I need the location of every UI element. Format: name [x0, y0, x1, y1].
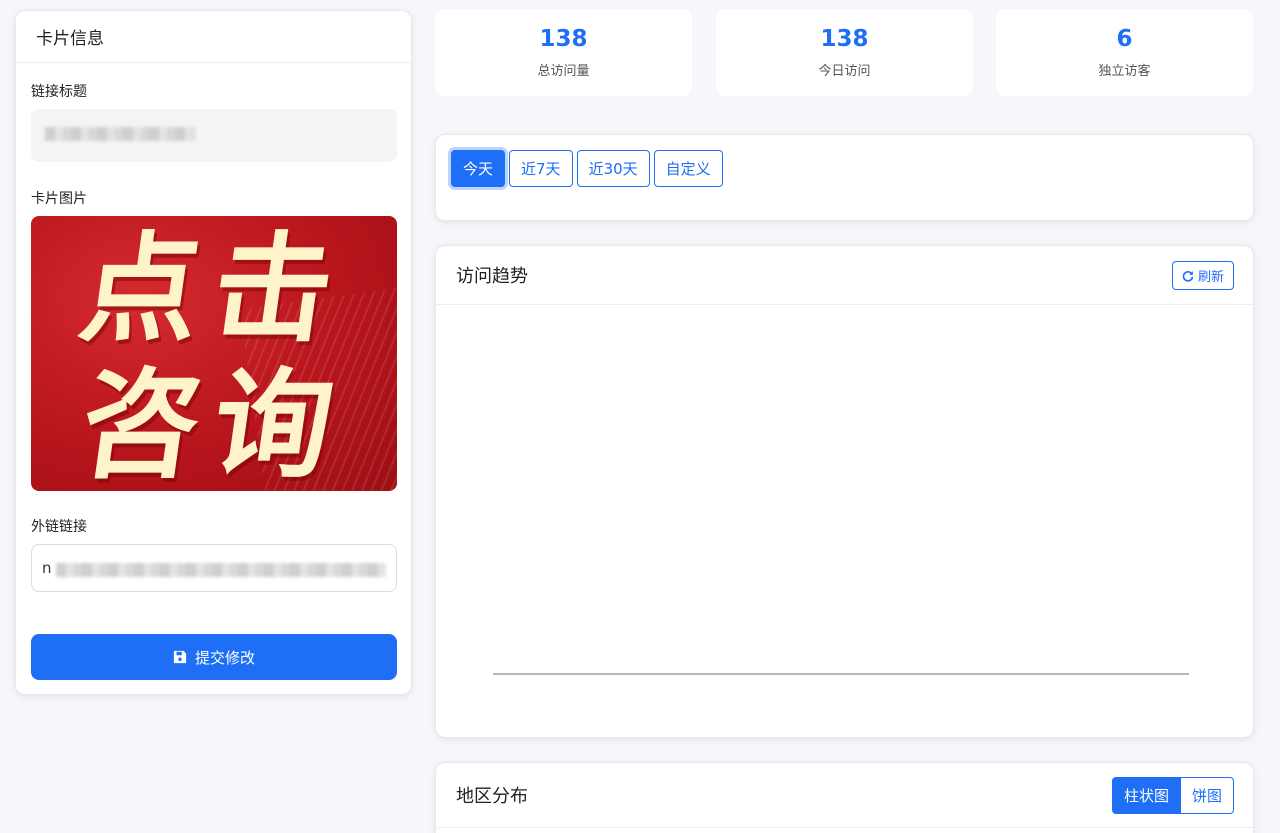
link-title-input[interactable] [31, 109, 397, 162]
stat-value: 138 [539, 26, 588, 53]
visit-trend-chart [436, 305, 1253, 735]
card-image-label: 卡片图片 [31, 191, 87, 207]
external-link-label: 外链链接 [31, 519, 87, 535]
card-info-header: 卡片信息 [16, 11, 411, 63]
range-30days-button[interactable]: 近30天 [576, 150, 650, 187]
range-custom-button[interactable]: 自定义 [653, 150, 723, 187]
submit-label: 提交修改 [194, 648, 255, 667]
refresh-label: 刷新 [1197, 270, 1224, 285]
stat-label: 今日访问 [818, 63, 871, 79]
card-info-title: 卡片信息 [36, 29, 104, 49]
pie-chart-toggle[interactable]: 饼图 [1180, 777, 1234, 814]
date-range-panel: 今天 近7天 近30天 自定义 [435, 134, 1254, 221]
stat-total-visits: 138 总访问量 [435, 9, 692, 96]
refresh-button[interactable]: 刷新 [1171, 261, 1234, 290]
stat-unique-visitors: 6 独立访客 [996, 9, 1253, 96]
external-link-input[interactable]: n [31, 544, 397, 592]
visit-trend-title: 访问趋势 [456, 266, 528, 287]
card-image[interactable]: 点击 咨询 [31, 216, 397, 491]
submit-button[interactable]: 提交修改 [31, 634, 397, 680]
promo-text-line1: 点击 [72, 220, 356, 358]
floppy-disk-icon [173, 650, 187, 664]
refresh-icon [1182, 270, 1194, 282]
card-info-panel: 卡片信息 链接标题 卡片图片 点击 咨询 外链链接 n 提交修改 [15, 10, 412, 695]
range-7days-button[interactable]: 近7天 [509, 150, 573, 187]
link-title-blurred-value [45, 127, 195, 141]
trend-chart-svg [493, 673, 1189, 675]
region-title: 地区分布 [456, 786, 528, 807]
range-today-button[interactable]: 今天 [451, 150, 506, 187]
promo-text-line2: 咨询 [72, 356, 356, 491]
bar-chart-toggle[interactable]: 柱状图 [1111, 777, 1181, 814]
link-title-label: 链接标题 [31, 84, 87, 100]
visit-trend-header: 访问趋势 [436, 246, 1253, 305]
stat-label: 独立访客 [1098, 63, 1151, 79]
stat-label: 总访问量 [537, 63, 590, 79]
external-link-prefix: n [42, 559, 52, 577]
stat-value: 138 [820, 26, 869, 53]
external-link-blurred-value [56, 563, 386, 577]
chart-type-toggle: 柱状图 饼图 [1111, 777, 1234, 814]
stat-today-visits: 138 今日访问 [716, 9, 973, 96]
region-distribution-panel: 地区分布 柱状图 饼图 [435, 762, 1254, 833]
stat-value: 6 [1116, 26, 1133, 53]
date-range-buttons: 今天 近7天 近30天 自定义 [451, 150, 723, 187]
visit-trend-panel: 访问趋势 刷新 [435, 245, 1254, 738]
